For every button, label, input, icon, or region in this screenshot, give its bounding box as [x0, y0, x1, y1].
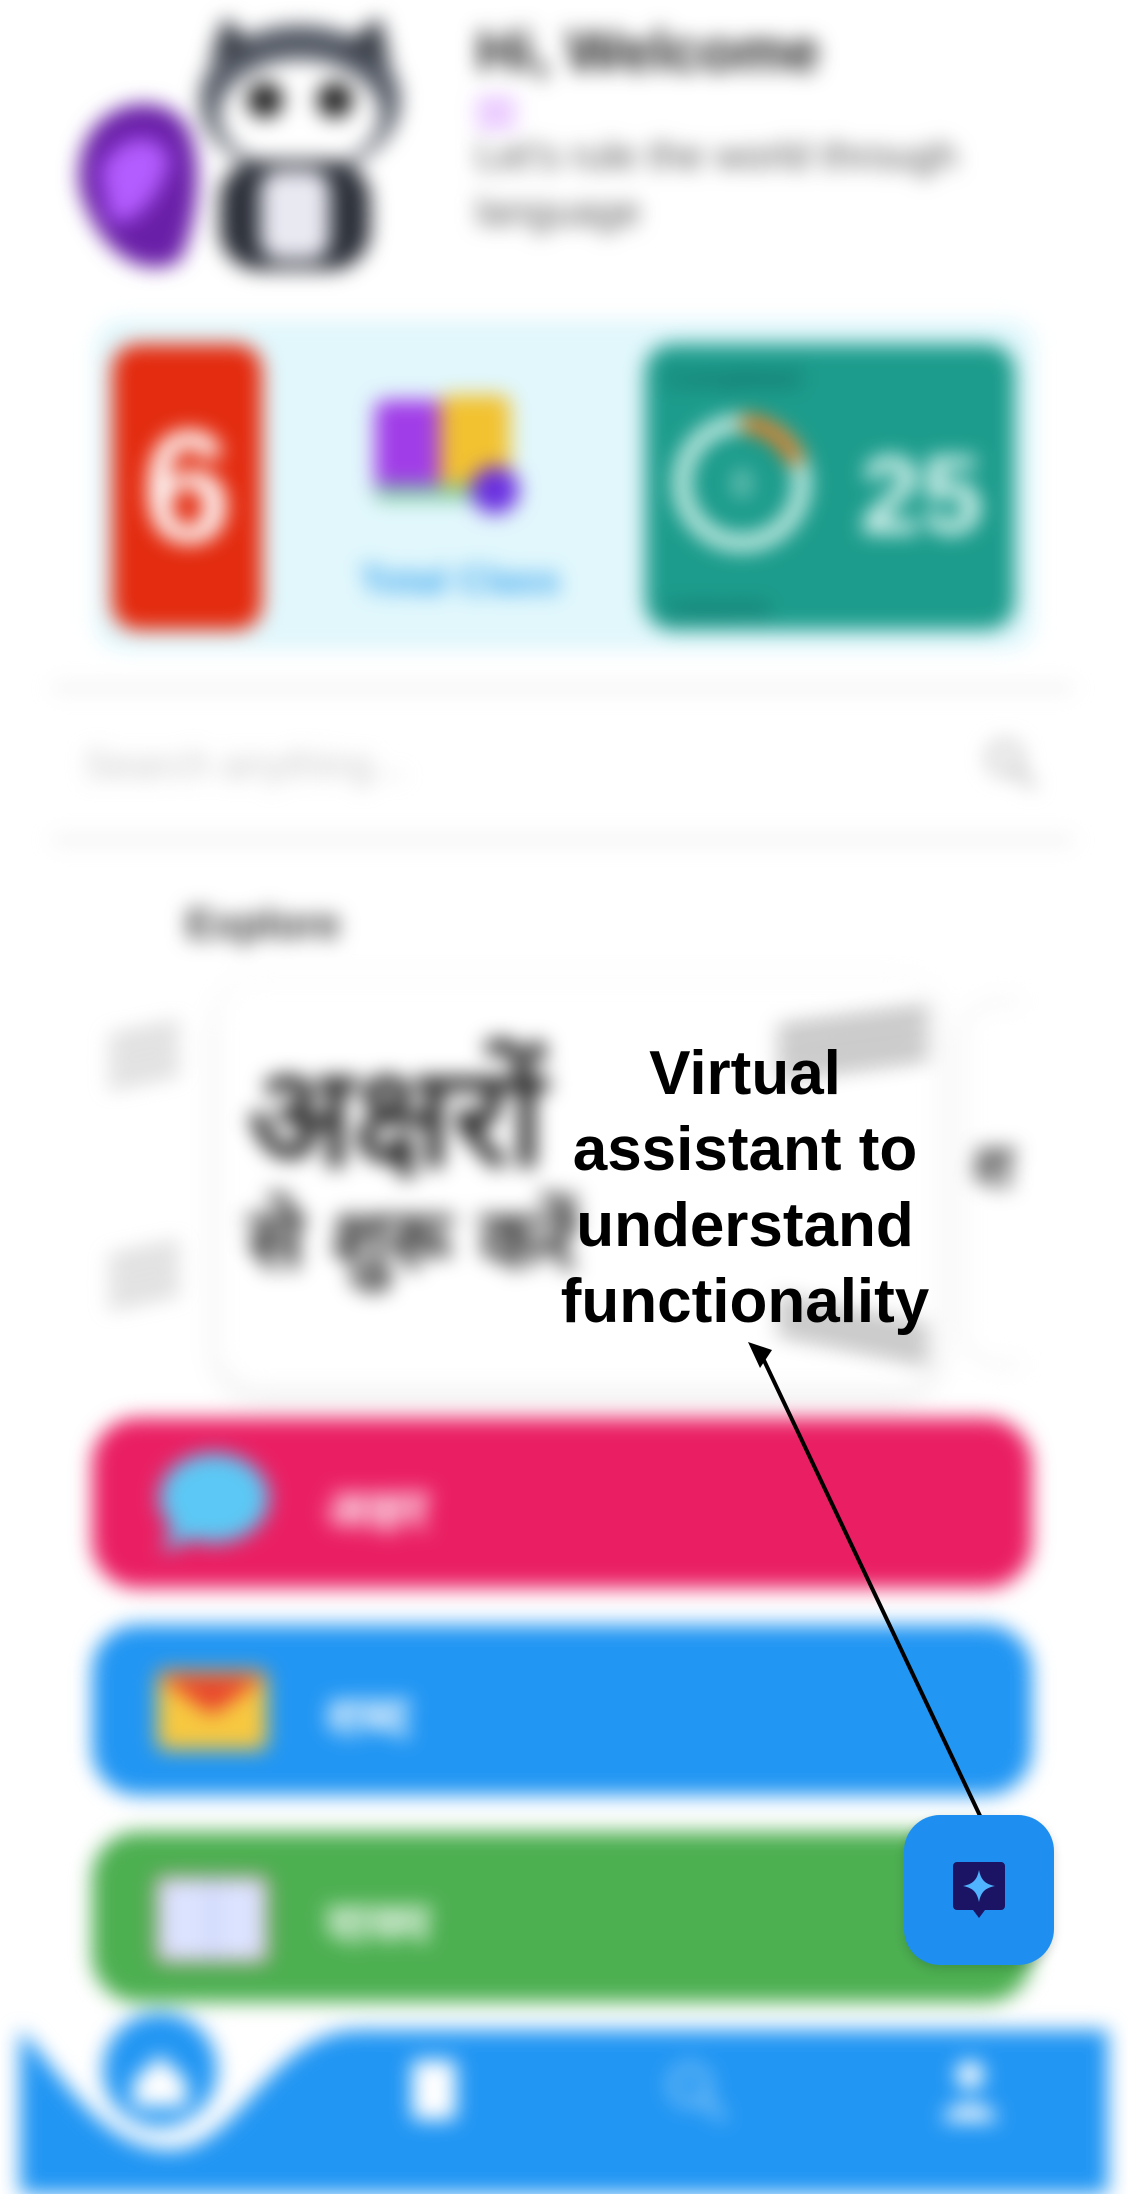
book-icon — [155, 1875, 269, 1964]
progress-top-label: Completed — [665, 362, 801, 393]
explore-card-title: अक्षरों से शुरू करें — [248, 1049, 577, 1296]
books-icon — [375, 395, 519, 514]
home-icon[interactable] — [125, 2045, 195, 2115]
explore-title: Explore — [186, 900, 341, 947]
search-icon[interactable] — [980, 733, 1040, 793]
profile-icon[interactable] — [935, 2055, 1005, 2125]
virtual-assistant-button[interactable] — [904, 1815, 1054, 1965]
greeting-title: Hi, Welcome — [476, 19, 820, 84]
category-label: अक्षर — [326, 1478, 429, 1541]
progress-number: 25 — [860, 434, 983, 557]
book-icon[interactable] — [400, 2055, 470, 2125]
category-button-shabd[interactable]: शब्द — [92, 1625, 1032, 1795]
category-button-akshar[interactable]: अक्षर — [92, 1418, 1032, 1588]
divider — [52, 686, 1074, 690]
search-input[interactable] — [82, 734, 966, 796]
progress-ring-value: 8 — [732, 463, 752, 504]
streak-card[interactable]: 6 — [112, 344, 262, 630]
page-indicator — [476, 94, 596, 125]
progress-bottom-label: Lessons — [665, 592, 770, 623]
cat-mascot-icon — [78, 20, 400, 270]
explore-card-line1: अक्षरों — [248, 1037, 545, 1198]
total-class-label: Total Class — [360, 560, 560, 602]
envelope-icon — [157, 1670, 267, 1750]
progress-card[interactable]: Completed 8 25 Lessons — [645, 344, 1015, 630]
explore-card-line2: से शुरू करें — [248, 1193, 577, 1288]
category-label: वाक्य — [326, 1892, 431, 1955]
music-notes-icon — [108, 1023, 180, 1307]
speech-bubble-icon — [159, 1453, 269, 1553]
category-label: शब्द — [326, 1685, 410, 1748]
divider — [52, 838, 1074, 842]
explore-side-card-text: श — [973, 1132, 1014, 1202]
greeting-subtitle: Let's rule the world through language — [476, 134, 958, 234]
progress-ring: 8 — [674, 415, 810, 551]
search-icon[interactable] — [660, 2055, 730, 2125]
category-button-vakya[interactable]: वाक्य — [92, 1832, 1032, 2002]
sparkle-chat-icon — [953, 1862, 1005, 1918]
annotation-label: Virtual assistant to understand function… — [560, 1039, 930, 1336]
explore-card-next[interactable]: श — [960, 1000, 1023, 1366]
